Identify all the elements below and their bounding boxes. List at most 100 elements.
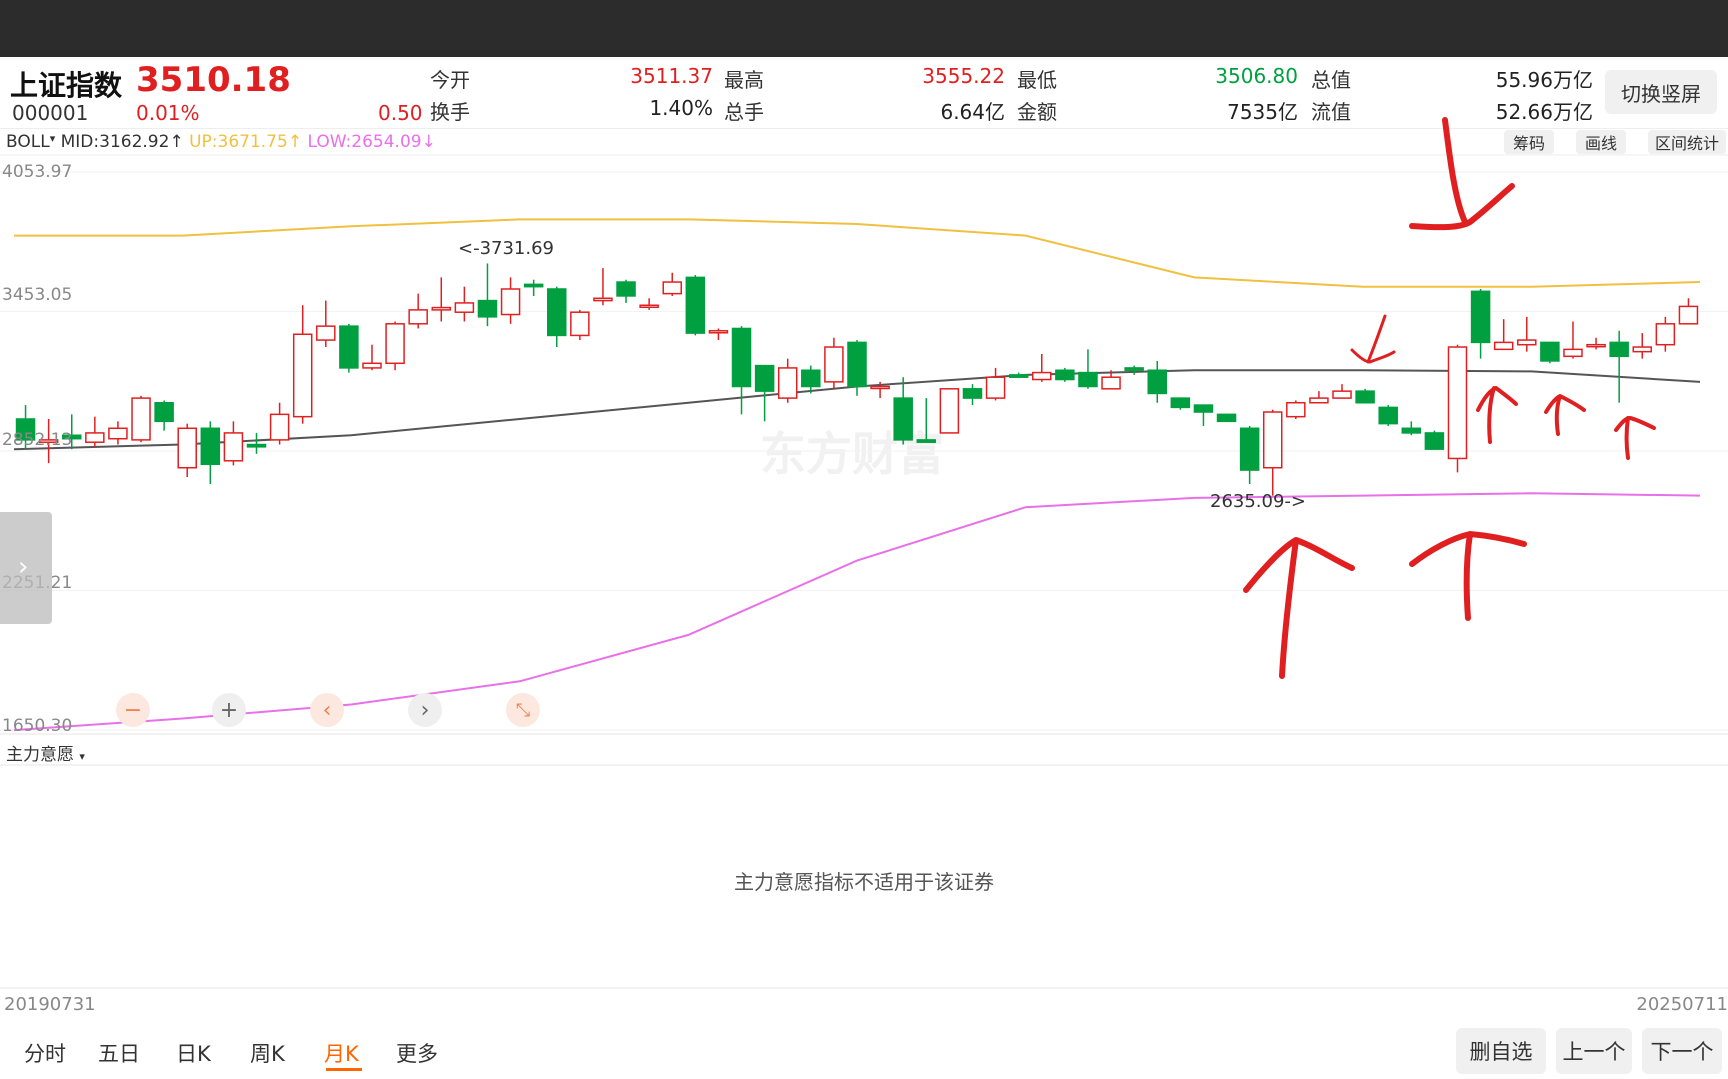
candle-body — [824, 346, 844, 383]
candle-body — [523, 283, 544, 288]
candle-body — [546, 288, 567, 337]
annotation-arrow-up — [1614, 416, 1656, 460]
candle-body — [431, 306, 452, 311]
remove-favorite-button[interactable]: 删自选 — [1456, 1028, 1546, 1074]
candle-body — [269, 413, 290, 441]
candle-body — [893, 397, 913, 441]
candle-body — [985, 376, 1006, 399]
candle-body — [131, 397, 151, 441]
candle-body — [385, 323, 405, 365]
subpanel-message: 主力意愿指标不适用于该证券 — [734, 870, 994, 894]
back-icon[interactable]: ‹ — [310, 693, 344, 727]
x-end-date: 20250711 — [1636, 994, 1728, 1015]
candle-body — [1262, 411, 1283, 469]
side-expand-handle[interactable]: › — [0, 512, 52, 624]
prev-button[interactable]: 上一个 — [1556, 1028, 1632, 1074]
tab-daily-k[interactable]: 日K — [176, 1038, 211, 1068]
candle-body — [200, 427, 221, 466]
candle-body — [362, 362, 382, 369]
candle-body — [708, 330, 729, 334]
tab-more[interactable]: 更多 — [396, 1038, 438, 1068]
candle-body — [662, 281, 682, 295]
candle-body — [1055, 369, 1075, 381]
candle-body — [616, 281, 636, 297]
candle-body — [85, 432, 105, 443]
candle-body — [1032, 371, 1052, 381]
candle-body — [1447, 346, 1468, 460]
candle-body — [1332, 390, 1352, 399]
tab-five-day[interactable]: 五日 — [98, 1038, 140, 1068]
annotation-arrow-up — [1476, 386, 1518, 444]
caret-down-icon: ▾ — [79, 750, 85, 763]
candle-body — [477, 299, 498, 318]
candle-body — [1424, 432, 1445, 450]
candle-body — [847, 341, 867, 388]
candle-body — [223, 432, 244, 462]
candle-body — [177, 427, 197, 469]
candle-body — [1309, 397, 1329, 404]
annotation-arrow-up — [1243, 537, 1355, 679]
x-start-date: 20190731 — [4, 994, 96, 1015]
candle-body — [777, 367, 798, 399]
subpanel-selector[interactable]: 主力意愿 ▾ — [6, 740, 85, 765]
tab-weekly-k[interactable]: 周K — [250, 1038, 285, 1068]
candle-body — [292, 333, 313, 418]
candle-body — [500, 288, 521, 316]
tab-monthly-k[interactable]: 月K — [324, 1038, 359, 1068]
candle-body — [246, 443, 267, 448]
candle-body — [1170, 397, 1191, 409]
candle-body — [639, 304, 659, 308]
tab-intraday[interactable]: 分时 — [24, 1038, 66, 1068]
y-tick-label: 1650.30 — [2, 716, 73, 736]
candlestick-chart[interactable] — [0, 0, 1728, 1079]
candle-body — [962, 388, 983, 399]
candle-body — [1147, 369, 1168, 395]
candle-body — [1078, 371, 1098, 388]
candle-body — [916, 439, 937, 443]
y-tick-label: 3453.05 — [2, 285, 73, 305]
candle-body — [1540, 341, 1560, 362]
annotation-arrow-down — [1409, 117, 1515, 231]
next-button[interactable]: 下一个 — [1642, 1028, 1722, 1074]
candle-body — [570, 311, 590, 337]
candle-body — [454, 302, 475, 313]
candle-body — [1401, 427, 1422, 434]
zoom-out-icon[interactable]: − — [116, 693, 150, 727]
candle-body — [1678, 305, 1699, 325]
candle-body — [316, 325, 336, 341]
active-tab-underline — [326, 1068, 362, 1071]
annotation-arrow-up — [1544, 394, 1586, 436]
candle-body — [1124, 367, 1144, 371]
subpanel-label: 主力意愿 — [6, 745, 74, 765]
candle-body — [1609, 341, 1629, 358]
candle-body — [801, 369, 821, 388]
candle-body — [1008, 374, 1029, 378]
candle-body — [1193, 404, 1214, 413]
chevron-right-icon: › — [18, 552, 29, 582]
candle-body — [1378, 406, 1398, 425]
candle-body — [1216, 413, 1237, 423]
boll-lower-line — [13, 492, 1701, 732]
candle-body — [1470, 290, 1491, 344]
annotation-arrow-small — [1350, 314, 1396, 364]
candle-body — [1493, 341, 1514, 351]
candle-body — [593, 297, 613, 302]
candle-body — [1101, 376, 1121, 390]
candle-body — [1586, 343, 1606, 348]
shrink-icon[interactable]: ⤡ — [506, 693, 540, 727]
candle-body — [1355, 390, 1375, 404]
forward-icon[interactable]: › — [408, 693, 442, 727]
annotation-arrow-up — [1409, 531, 1527, 621]
candle-body — [1632, 346, 1653, 353]
candle-body — [408, 309, 428, 325]
high-annotation: <-3731.69 — [458, 238, 555, 259]
candle-body — [108, 427, 128, 440]
y-tick-label: 4053.97 — [2, 162, 73, 182]
candle-body — [339, 325, 359, 369]
zoom-in-icon[interactable]: + — [212, 693, 246, 727]
y-tick-label: 2852.13 — [2, 430, 73, 450]
candle-body — [1563, 348, 1583, 358]
candle-body — [1286, 401, 1306, 418]
candle-body — [1239, 427, 1260, 471]
candle-body — [939, 388, 960, 434]
